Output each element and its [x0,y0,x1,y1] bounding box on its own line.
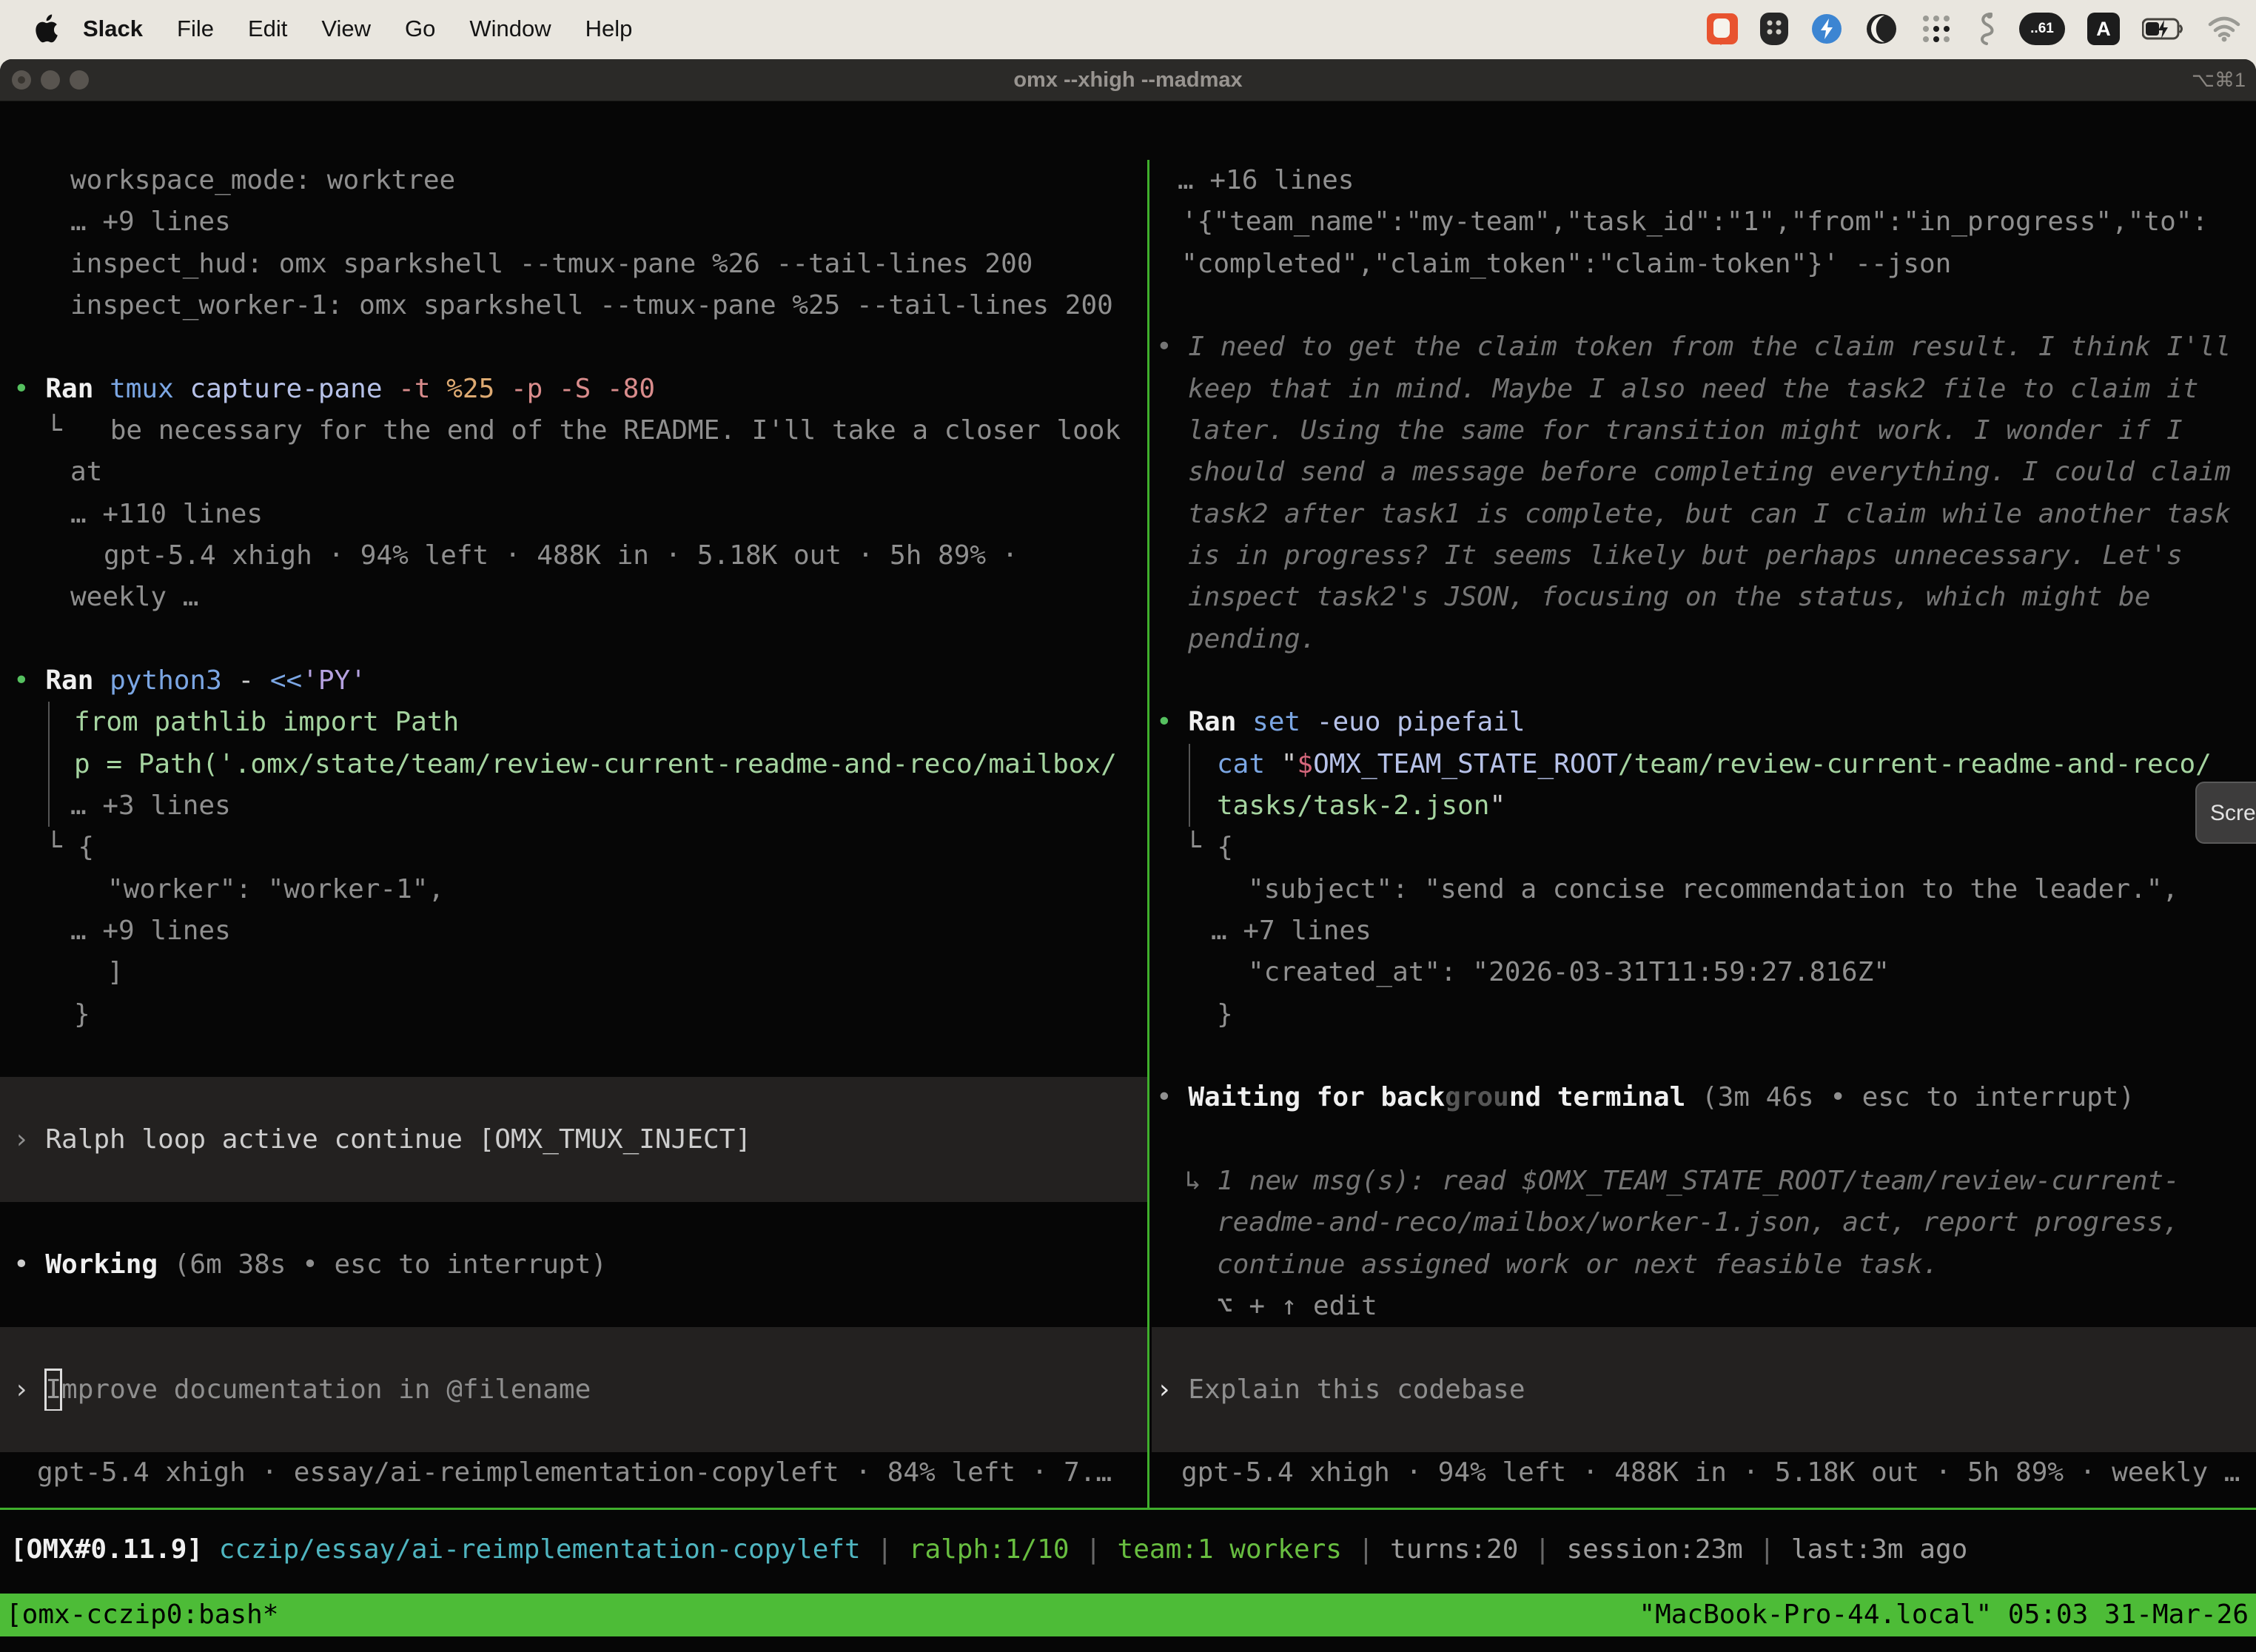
menu-item-edit[interactable]: Edit [248,16,287,41]
terminal-row: } [1152,994,2256,1035]
terminal-row: keep that in mind. Maybe I also need the… [1152,369,2256,410]
terminal-row: • Working (6m 38s • esc to interrupt) [0,1244,1147,1286]
terminal-row [1152,285,2256,326]
terminal-row: from pathlib import Path [0,702,1147,743]
terminal-row: "created_at": "2026-03-31T11:59:27.816Z" [1152,952,2256,993]
bolt-circle-icon[interactable] [1810,13,1843,45]
terminal-row: tasks/task-2.json" [1152,785,2256,827]
apple-menu-icon[interactable] [28,12,62,46]
window-title: omx --xhigh --madmax [0,59,2256,101]
squiggle-icon[interactable] [1975,11,1997,47]
tmux-session-label: [omx-cczip0:bash* [6,1594,278,1636]
terminal-row: pending. [1152,619,2256,660]
prompt-input[interactable] [0,1327,1147,1369]
terminal-row: task2 after task1 is complete, but can I… [1152,494,2256,535]
terminal-row [0,1077,1147,1118]
terminal-row: • I need to get the claim token from the… [1152,326,2256,368]
terminal-row [0,326,1147,368]
terminal-row: ↳ 1 new msg(s): read $OMX_TEAM_STATE_ROO… [1152,1161,2256,1202]
terminal-row: cat "$OMX_TEAM_STATE_ROOT/team/review-cu… [1152,744,2256,785]
arc-circle-icon[interactable] [1865,13,1898,45]
prompt-input[interactable]: › Improve documentation in @filename [0,1369,1147,1411]
terminal-row: "subject": "send a concise recommendatio… [1152,869,2256,910]
terminal-row: • Ran set -euo pipefail [1152,702,2256,743]
terminal-row: workspace_mode: worktree [0,160,1147,201]
prompt-input[interactable]: › Explain this codebase [1152,1369,2256,1411]
terminal-row [0,1202,1147,1243]
prompt-input[interactable] [1152,1411,2256,1452]
menu-bar-status-area: ..61 A [1707,0,2241,58]
terminal-row: "worker": "worker-1", [0,869,1147,910]
terminal-window: omx --xhigh --madmax ⌥⌘1 workspace_mode:… [0,59,2256,1652]
terminal-row [1152,1119,2256,1161]
right-terminal-pane: … +16 lines'{"team_name":"my-team","task… [1152,160,2256,1508]
terminal-row [0,1286,1147,1327]
terminal-row: should send a message before completing … [1152,451,2256,493]
terminal-row: p = Path('.omx/state/team/review-current… [0,744,1147,785]
terminal-row: gpt-5.4 xhigh · 94% left · 488K in · 5.1… [0,535,1147,577]
terminal-row: … +110 lines [0,494,1147,535]
omx-status-line: [OMX#0.11.9] cczip/essay/ai-reimplementa… [0,1529,2256,1571]
tmux-status-bar: [omx-cczip0:bash* "MacBook-Pro-44.local"… [0,1594,2256,1636]
active-app-name[interactable]: Slack [83,16,143,42]
terminal-row: • Ran python3 - <<'PY' [0,660,1147,702]
window-title-bar: omx --xhigh --madmax ⌥⌘1 [0,59,2256,101]
terminal-row [0,619,1147,660]
terminal-row: '{"team_name":"my-team","task_id":"1","f… [1152,201,2256,243]
terminal-row: readme-and-reco/mailbox/worker-1.json, a… [1152,1202,2256,1243]
left-terminal-pane: workspace_mode: worktree… +9 linesinspec… [0,160,1147,1508]
prompt-input[interactable] [0,1411,1147,1452]
terminal-row: continue assigned work or next feasible … [1152,1244,2256,1286]
screen-tooltip: Scre [2195,782,2256,844]
terminal-row: … +7 lines [1152,910,2256,952]
terminal-row: } [0,994,1147,1035]
tmux-host-clock-label: "MacBook-Pro-44.local" 05:03 31-Mar-26 [1639,1594,2249,1636]
menu-item-file[interactable]: File [177,16,214,41]
prompt-input[interactable] [1152,1327,2256,1369]
wifi-icon[interactable] [2207,16,2241,42]
macos-menu-bar: Slack File Edit View Go Window Help ..61 A [0,0,2256,58]
terminal-row: └ be necessary for the end of the README… [0,410,1147,451]
terminal-row: … +9 lines [0,910,1147,952]
shield-icon[interactable] [1760,13,1788,45]
terminal-row: ⌥ + ↑ edit [1152,1286,2256,1327]
terminal-row: • Waiting for background terminal (3m 46… [1152,1077,2256,1118]
terminal-row: weekly … [0,577,1147,618]
terminal-row [1152,660,2256,702]
letter-a-icon[interactable]: A [2087,13,2120,45]
terminal-row: … +16 lines [1152,160,2256,201]
terminal-row: └ { [1152,827,2256,868]
menu-item-window[interactable]: Window [469,16,551,41]
terminal-row: is in progress? It seems likely but perh… [1152,535,2256,577]
terminal-row: "completed","claim_token":"claim-token"}… [1152,244,2256,285]
badge-61-icon[interactable]: ..61 [2019,13,2065,45]
battery-icon[interactable] [2142,18,2185,40]
terminal-row: › Ralph loop active continue [OMX_TMUX_I… [0,1119,1147,1161]
terminal-row: … +3 lines [0,785,1147,827]
menu-item-go[interactable]: Go [405,16,435,41]
tmux-vertical-pane-border[interactable] [1147,160,1149,1508]
terminal-row: inspect_worker-1: omx sparkshell --tmux-… [0,285,1147,326]
terminal-row: └ { [0,827,1147,868]
terminal-row [0,1035,1147,1077]
terminal-row: … +9 lines [0,201,1147,243]
dots-grid-icon[interactable] [1920,13,1953,45]
terminal-row: gpt-5.4 xhigh · 94% left · 488K in · 5.1… [1152,1452,2256,1494]
terminal-row: ] [0,952,1147,993]
terminal-row: inspect_hud: omx sparkshell --tmux-pane … [0,244,1147,285]
terminal-row: at [0,451,1147,493]
menu-item-view[interactable]: View [321,16,371,41]
chat-icon[interactable] [1707,13,1738,44]
terminal-row [0,1161,1147,1202]
window-shortcut: ⌥⌘1 [2192,59,2246,101]
terminal-row [1152,1035,2256,1077]
terminal-row: inspect task2's JSON, focusing on the st… [1152,577,2256,618]
terminal-row: later. Using the same for transition mig… [1152,410,2256,451]
terminal-row: • Ran tmux capture-pane -t %25 -p -S -80 [0,369,1147,410]
terminal-row: gpt-5.4 xhigh · essay/ai-reimplementatio… [0,1452,1147,1494]
menu-item-help[interactable]: Help [585,16,633,41]
